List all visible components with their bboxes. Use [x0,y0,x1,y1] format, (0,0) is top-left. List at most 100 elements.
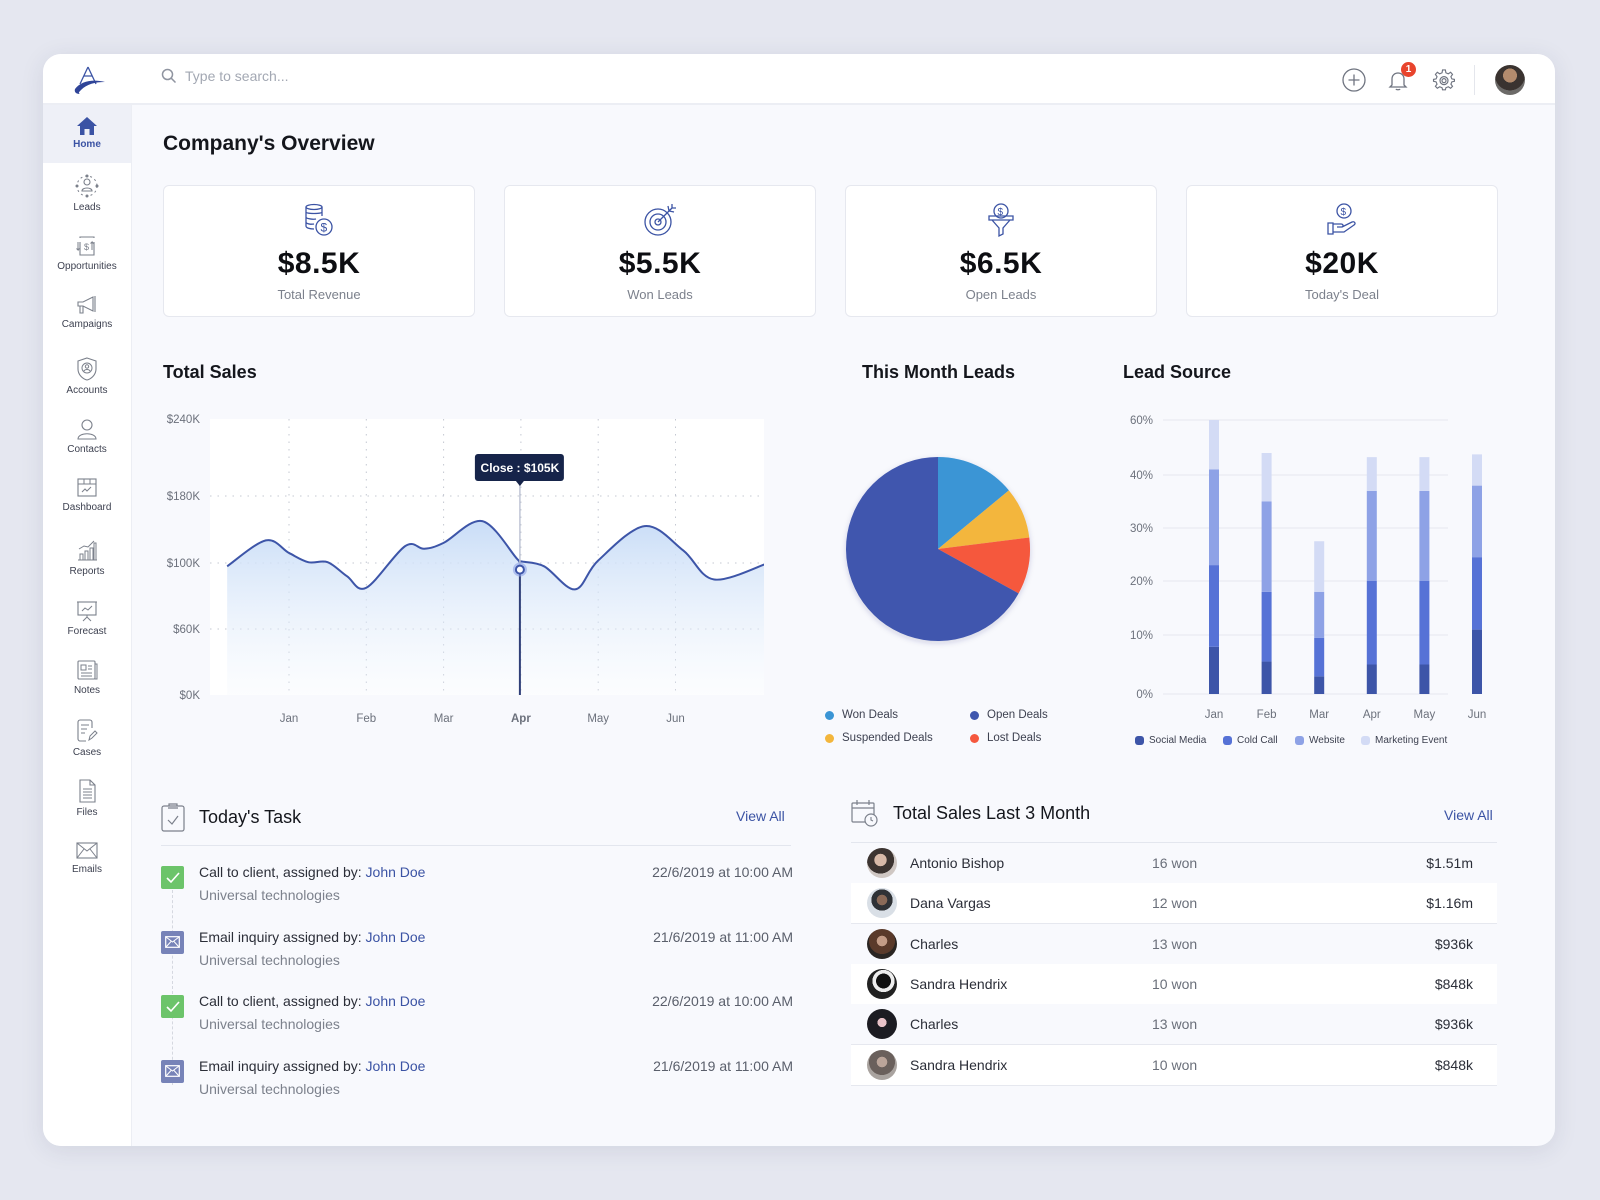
total-sales-chart[interactable]: $0K $60K $100K $180K $240K Jan Feb Mar Apr May Jun… [153,409,793,739]
tasks-view-all-link[interactable]: View All [736,808,785,824]
sales-row[interactable]: Sandra Hendrix 10 won $848k [851,963,1497,1005]
legend-item[interactable]: Cold Call [1223,735,1295,746]
task-item[interactable]: Email inquiry assigned by: John Doe Unive… [161,929,793,985]
bar-segment-social-media[interactable] [1261,661,1272,694]
sales-row[interactable]: Charles 13 won $936k [851,1004,1497,1046]
legend-item[interactable]: Marketing Event [1361,735,1471,746]
task-item[interactable]: Email inquiry assigned by: John Doe Unive… [161,1058,793,1114]
sales-row[interactable]: Sandra Hendrix 10 won $848k [851,1044,1497,1086]
task-complete-checkbox[interactable] [161,866,184,889]
sidebar-item-dashboard[interactable]: Dashboard [43,477,131,513]
bar-segment-social-media[interactable] [1419,664,1430,695]
sales-row[interactable]: Antonio Bishop 16 won $1.51m [851,843,1497,884]
sales-amount: $848k [1434,1056,1473,1073]
bar-segment-marketing-event[interactable] [1472,454,1482,486]
x-tick-label[interactable]: Apr [511,713,531,725]
assignee-link[interactable]: John Doe [366,929,426,945]
x-tick-label[interactable]: Jun [666,713,685,725]
lead-source-chart[interactable]: 0% 10% 20% 30% 40% 60% Jan Feb Mar Apr May Jun [1113,409,1486,729]
assignee-link[interactable]: John Doe [366,993,426,1009]
bar-segment-social-media[interactable] [1366,664,1377,695]
sidebar-item-reports[interactable]: Reports [43,537,131,577]
kpi-card-open-leads[interactable]: $ $6.5K Open Leads [845,185,1157,317]
x-tick-label[interactable]: May [587,713,609,725]
x-tick-label[interactable]: Feb [356,713,376,725]
x-tick-label[interactable]: Jan [280,713,299,725]
sales-view-all-link[interactable]: View All [1444,807,1493,823]
hover-point[interactable] [514,564,525,575]
sidebar-item-cases[interactable]: Cases [43,718,131,758]
bar-segment-cold-call[interactable] [1472,557,1482,630]
bar-segment-website[interactable] [1419,490,1430,581]
bar-segment-social-media[interactable] [1314,676,1325,694]
x-tick-label[interactable]: Mar [434,713,454,725]
assignee-link[interactable]: John Doe [366,1058,426,1074]
bar-segment-marketing-event[interactable] [1366,457,1377,491]
bar-segment-website[interactable] [1314,591,1325,638]
assignee-link[interactable]: John Doe [366,864,426,880]
sidebar-item-files[interactable]: Files [43,778,131,818]
bar-segment-social-media[interactable] [1209,646,1219,694]
sidebar-item-home[interactable]: Home [43,105,131,163]
bar-segment-cold-call[interactable] [1261,591,1272,662]
sidebar-item-forecast[interactable]: Forecast [43,599,131,637]
company-logo[interactable] [71,64,107,96]
bar-segment-website[interactable] [1261,501,1272,592]
task-title: Call to client, assigned by: John Doe [199,993,425,1009]
bar-segment-cold-call[interactable] [1366,581,1377,665]
pie-legend: Won Deals Open Deals Suspended Deals Lost D… [825,709,1090,744]
deals-won: 10 won [1152,1056,1198,1073]
search-input[interactable] [185,68,485,84]
sidebar-item-label: Cases [72,747,102,758]
kpi-card-todays-deal[interactable]: $ $20K Today's Deal [1186,185,1498,317]
bar-segment-website[interactable] [1209,469,1219,566]
legend-item[interactable]: Website [1295,735,1361,746]
legend-item[interactable]: Lost Deals [970,732,1090,744]
deals-won: 16 won [1152,855,1198,871]
bar-segment-marketing-event[interactable] [1209,420,1219,470]
legend-item[interactable]: Open Deals [970,709,1090,721]
bar-segment-cold-call[interactable] [1419,581,1430,665]
sales-row[interactable]: Dana Vargas 12 won $1.16m [851,883,1497,925]
this-month-leads-chart[interactable] [833,444,1043,654]
sidebar-item-notes[interactable]: Notes [43,658,131,696]
bar-segment-social-media[interactable] [1472,629,1482,694]
kpi-card-total-revenue[interactable]: $ $8.5K Total Revenue [163,185,475,317]
task-item[interactable]: Call to client, assigned by: John Doe Uni… [161,864,793,920]
rep-name: Sandra Hendrix [910,975,1008,992]
sidebar-item-leads[interactable]: Leads [43,173,131,213]
bar-segment-cold-call[interactable] [1209,565,1219,647]
bar-segment-website[interactable] [1366,490,1377,581]
sidebar-item-opportunities[interactable]: $ Opportunities [43,234,131,272]
bar-segment-marketing-event[interactable] [1419,457,1430,491]
gear-icon [1432,68,1455,90]
sidebar-item-contacts[interactable]: Contacts [43,417,131,455]
notifications-button[interactable]: 1 [1386,61,1416,92]
sidebar-item-accounts[interactable]: Accounts [43,356,131,396]
x-tick-label: Feb [1257,709,1277,721]
legend-item[interactable]: Social Media [1135,735,1223,746]
hand-dollar-icon: $ [1327,203,1356,235]
email-task-icon [161,1059,184,1083]
legend-item[interactable]: Won Deals [825,709,970,721]
user-avatar[interactable] [1495,64,1525,95]
add-button[interactable] [1342,67,1366,92]
bar-segment-marketing-event[interactable] [1314,541,1325,592]
kpi-card-won-leads[interactable]: $5.5K Won Leads [504,185,816,317]
leads-network-icon [75,174,99,198]
task-complete-checkbox[interactable] [161,995,184,1018]
search-bar[interactable] [161,68,485,84]
bar-segment-website[interactable] [1472,485,1482,558]
sales-row[interactable]: Charles 13 won $936k [851,923,1497,965]
legend-item[interactable]: Suspended Deals [825,732,970,744]
bar-segment-marketing-event[interactable] [1261,453,1272,502]
task-item[interactable]: Call to client, assigned by: John Doe Uni… [161,993,793,1049]
settings-button[interactable] [1432,68,1456,92]
y-tick-label: $0K [180,690,201,702]
legend-swatch [1135,736,1144,745]
sidebar-item-emails[interactable]: Emails [43,839,131,875]
calendar-clock-icon [851,800,878,827]
y-tick-label: $60K [173,624,200,636]
sidebar-item-campaigns[interactable]: Campaigns [43,294,131,330]
bar-segment-cold-call[interactable] [1314,637,1325,677]
